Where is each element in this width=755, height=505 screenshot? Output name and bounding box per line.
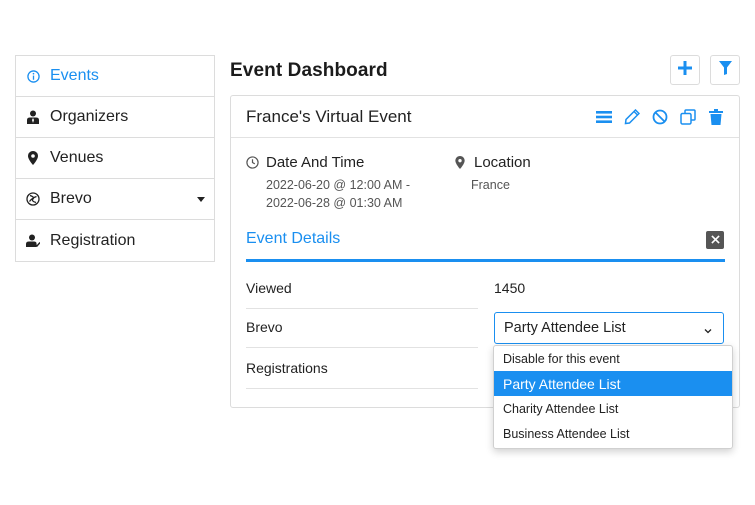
- location-value: France: [471, 178, 510, 192]
- dropdown-option[interactable]: Business Attendee List: [494, 421, 732, 446]
- sidebar-item-venues[interactable]: Venues: [16, 138, 214, 179]
- brevo-logo-icon: [26, 192, 40, 206]
- event-actions: [595, 108, 725, 126]
- sidebar-item-brevo[interactable]: Brevo: [16, 179, 214, 220]
- details-divider: [246, 259, 725, 262]
- sidebar-item-label: Brevo: [50, 190, 92, 207]
- row-divider: [246, 308, 478, 309]
- map-pin-icon: [453, 156, 467, 170]
- event-details-title: Event Details: [246, 230, 341, 247]
- close-icon: [710, 231, 720, 249]
- event-card-header: France's Virtual Event: [231, 96, 739, 138]
- sidebar: Events Organizers Venues Brevo Registrat…: [15, 55, 215, 262]
- edit-icon[interactable]: [623, 108, 641, 126]
- filter-button[interactable]: [710, 55, 740, 85]
- copy-icon[interactable]: [679, 108, 697, 126]
- brevo-list-select[interactable]: Party Attendee List: [494, 312, 724, 344]
- sidebar-item-registration[interactable]: Registration: [16, 220, 214, 261]
- dropdown-option-selected[interactable]: Party Attendee List: [494, 371, 732, 396]
- location-block: Location France: [453, 154, 531, 194]
- date-time-label: Date And Time: [266, 154, 365, 171]
- date-time-block: Date And Time 2022-06-20 @ 12:00 AM - 20…: [245, 154, 410, 212]
- add-event-button[interactable]: [670, 55, 700, 85]
- delete-icon[interactable]: [707, 108, 725, 126]
- row-divider: [246, 388, 478, 389]
- sidebar-item-label: Registration: [50, 231, 136, 249]
- sidebar-item-label: Organizers: [50, 108, 129, 125]
- sidebar-item-events[interactable]: Events: [16, 56, 214, 97]
- viewed-value: 1450: [494, 280, 526, 296]
- row-divider: [246, 347, 478, 348]
- chevron-down-icon[interactable]: [197, 197, 205, 202]
- brevo-list-dropdown: Disable for this event Party Attendee Li…: [493, 345, 733, 449]
- registrations-label: Registrations: [246, 360, 328, 376]
- info-circle-icon: [26, 69, 40, 83]
- date-start: 2022-06-20 @ 12:00 AM -: [266, 178, 411, 192]
- dropdown-option[interactable]: Charity Attendee List: [494, 396, 732, 421]
- map-pin-icon: [26, 151, 40, 165]
- sidebar-item-label: Events: [50, 67, 99, 84]
- cancel-icon[interactable]: [651, 108, 669, 126]
- user-register-icon: [26, 234, 40, 248]
- list-icon[interactable]: [595, 108, 613, 126]
- user-tie-icon: [26, 110, 40, 124]
- date-end: 2022-06-28 @ 01:30 AM: [266, 196, 403, 210]
- close-details-button[interactable]: [706, 231, 724, 249]
- sidebar-item-label: Venues: [50, 149, 104, 166]
- sidebar-item-organizers[interactable]: Organizers: [16, 97, 214, 138]
- plus-icon: [678, 60, 692, 80]
- event-title: France's Virtual Event: [246, 106, 412, 126]
- chevron-down-icon: [703, 323, 713, 334]
- brevo-label: Brevo: [246, 319, 283, 335]
- filter-icon: [718, 60, 732, 80]
- select-value: Party Attendee List: [504, 320, 626, 336]
- clock-icon: [245, 156, 259, 170]
- dropdown-option[interactable]: Disable for this event: [494, 346, 732, 371]
- page-title: Event Dashboard: [230, 60, 388, 81]
- viewed-label: Viewed: [246, 280, 292, 296]
- location-label: Location: [474, 154, 531, 171]
